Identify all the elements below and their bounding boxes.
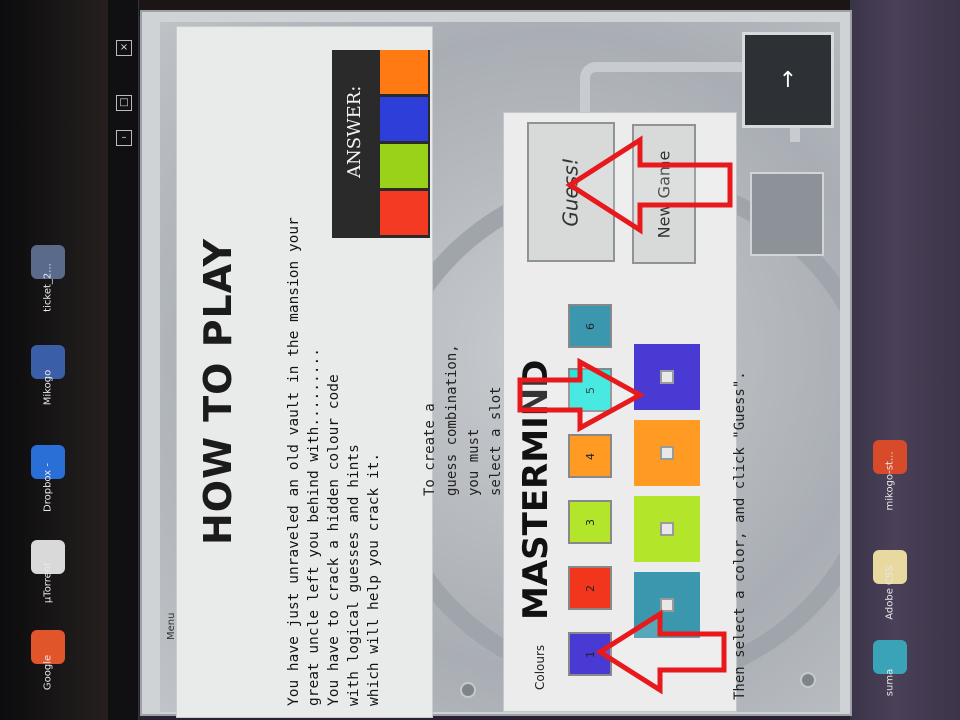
answer-label: ANSWER: [344,85,365,178]
slot-marker [660,446,674,460]
colour-number: 4 [583,452,597,460]
close-button[interactable]: × [116,40,132,56]
colours-label: Colours [533,644,547,690]
slot-marker [660,370,674,384]
guess-slot[interactable] [634,344,700,410]
minimize-button[interactable]: – [116,130,132,146]
instruction-line: great uncle left you behind with........… [306,348,322,706]
colour-number: 6 [583,322,597,330]
answer-peg [380,191,428,235]
desktop-icon[interactable]: ticket_2... [20,245,76,312]
hint-line: select a slot [488,386,504,496]
hint-line: To create a [422,403,438,496]
colour-swatch[interactable]: 2 [568,566,612,610]
desktop-icon[interactable]: Dropbox - [20,445,76,512]
desktop-icon[interactable]: Mikogo [20,345,76,405]
instruction-line: which will help you crack it. [366,452,382,706]
slot-marker [660,522,674,536]
colour-number: 3 [583,518,597,526]
colour-swatch[interactable]: 6 [568,304,612,348]
desktop-icon[interactable]: µTorrent [20,540,76,603]
arrow-to-colour-icon [595,609,727,695]
how-to-play-title: HOW TO PLAY [196,237,240,545]
answer-peg [380,97,428,141]
desktop-icon-label: Dropbox - [42,463,54,512]
guess-slot[interactable] [634,420,700,486]
answer-peg [380,50,428,94]
bolt-icon [800,672,816,688]
colour-number: 1 [583,650,597,658]
desktop-icon[interactable]: Adobe CSS [862,550,918,620]
answer-box: ANSWER: [332,50,430,238]
guess-slot[interactable] [634,496,700,562]
desktop-icon-label: Mikogo [42,369,54,406]
colour-swatch[interactable]: 4 [568,434,612,478]
desktop-icon[interactable]: mikogo-st... [862,440,918,511]
desktop-icon-label: Adobe CSS [884,565,896,620]
vault-latch [750,172,824,256]
hint-line: guess combination, [444,344,460,496]
colour-number: 2 [583,584,597,592]
colour-swatch[interactable]: 3 [568,500,612,544]
desktop-icon-label: mikogo-st... [884,451,896,511]
instruction-line: You have to crack a hidden colour code [326,374,342,706]
instruction-line: You have just unraveled an old vault in … [286,217,302,706]
then-instruction: Then select a color, and click "Guess". [732,371,748,700]
desktop-icon-label: Google [42,654,54,691]
bolt-icon [460,682,476,698]
window-title-bar: × □ – [108,0,139,720]
answer-peg [380,144,428,188]
desktop-right [850,0,960,720]
desktop-icon[interactable]: suma [862,640,918,696]
maximize-button[interactable]: □ [116,95,132,111]
desktop-icon-label: ticket_2... [42,263,54,312]
desktop-icon-label: µTorrent [42,561,54,604]
desktop-icon-label: suma [884,668,896,697]
arrow-to-guess-icon [565,135,733,235]
arrow-to-slot-icon [517,357,646,433]
hint-line: you must [466,428,482,496]
next-page-button[interactable]: ↑ [742,32,834,128]
instruction-line: with logical guesses and hints [346,444,362,706]
desktop-icon[interactable]: Google [20,630,76,690]
